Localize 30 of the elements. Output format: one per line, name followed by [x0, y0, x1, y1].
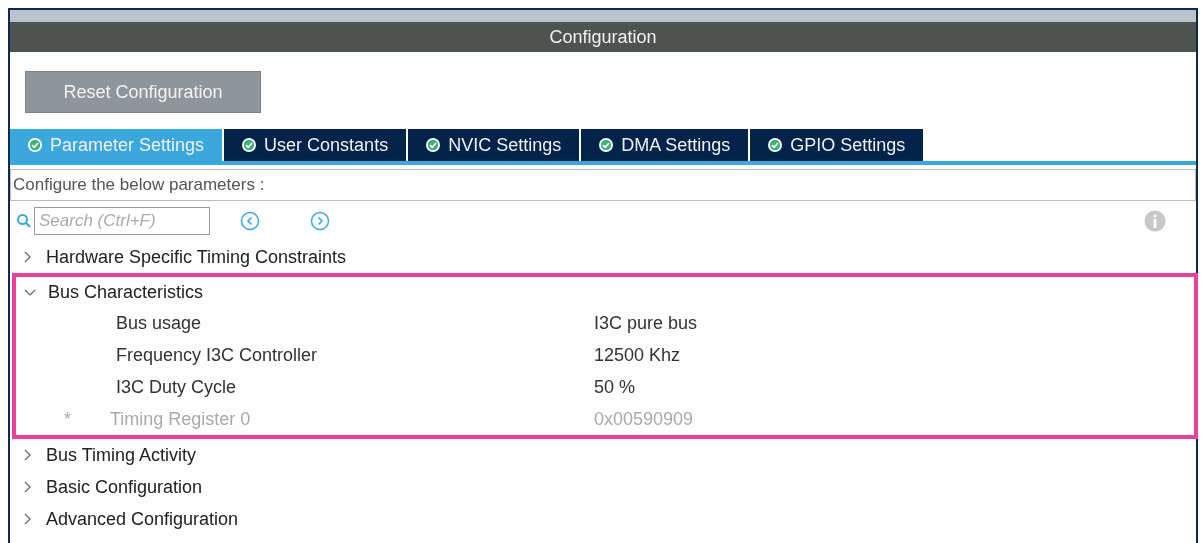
tab[interactable]: NVIC Settings: [408, 129, 580, 161]
tree-group[interactable]: Hardware Specific Timing Constraints: [10, 241, 1196, 273]
tab[interactable]: GPIO Settings: [750, 129, 924, 161]
tree-group[interactable]: Bus Characteristics: [16, 277, 1194, 307]
check-icon: [768, 138, 783, 152]
previous-icon[interactable]: [240, 211, 260, 231]
check-icon: [242, 138, 257, 152]
modified-marker: *: [64, 408, 71, 429]
check-icon: [426, 138, 441, 152]
parameter-value: 12500 Khz: [594, 344, 681, 366]
parameter-name: Bus usage: [116, 312, 203, 334]
check-icon: [28, 138, 42, 152]
description-field: Configure the below parameters :: [10, 169, 1196, 201]
tree-group[interactable]: Basic Configuration: [10, 471, 1196, 503]
tab[interactable]: DMA Settings: [581, 129, 749, 161]
search-icon[interactable]: [16, 213, 32, 229]
parameter-name: Frequency I3C Controller: [116, 344, 319, 366]
next-icon[interactable]: [310, 211, 330, 231]
parameter-name: Timing Register 0: [110, 408, 252, 430]
parameter-value: 50 %: [594, 376, 636, 398]
panel-title: Configuration: [10, 22, 1196, 52]
tree-group[interactable]: Advanced Configuration: [10, 503, 1196, 535]
parameter-value: I3C pure bus: [594, 312, 698, 334]
parameter-value: 0x00590909: [594, 408, 694, 430]
check-icon: [599, 138, 614, 152]
tree-group[interactable]: Bus Timing Activity: [10, 439, 1196, 471]
parameter-name: I3C Duty Cycle: [116, 376, 238, 398]
info-icon[interactable]: [1144, 210, 1166, 232]
tab[interactable]: User Constants: [224, 129, 407, 161]
search-field[interactable]: Search (Ctrl+F): [34, 207, 210, 235]
